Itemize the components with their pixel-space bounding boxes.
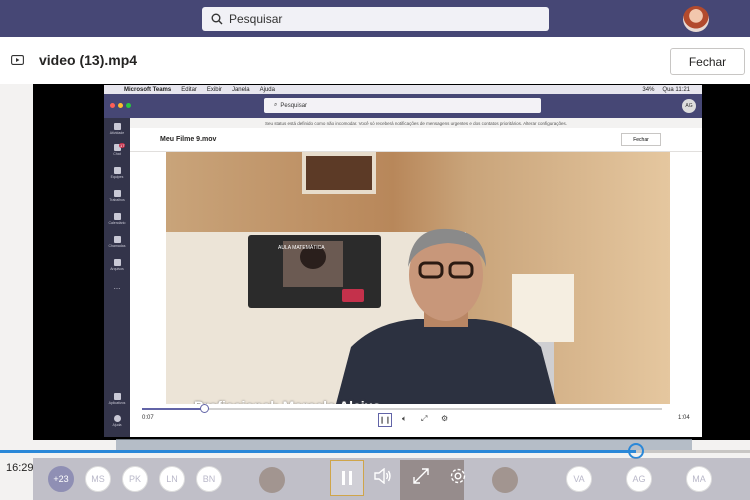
settings-button[interactable] (447, 464, 469, 488)
recorded-screen: Microsoft Teams Editar Exibir Janela Aju… (104, 85, 702, 437)
clock: Qua 11:21 (662, 86, 690, 93)
inner-volume-icon: 🔈︎ (402, 414, 407, 423)
inner-app-rail: Atividade Chat 17 Equipes Trabalhos Cale… (104, 118, 130, 437)
participant-avatar: MA (686, 466, 712, 492)
settings-icon (450, 468, 466, 484)
participant-avatar: BN (196, 466, 222, 492)
participant-overflow: +23 (48, 466, 74, 492)
search-bar[interactable]: Pesquisar (202, 7, 549, 31)
inner-avatar: AG (682, 99, 696, 113)
rail-item-calendario: Calendário (104, 213, 130, 225)
progress-knob[interactable] (628, 443, 644, 459)
video-file-icon (11, 55, 24, 65)
fullscreen-button[interactable] (410, 464, 432, 488)
inner-search: ⌕ Pesquisar (264, 98, 541, 113)
participant-list: +23 MS PK LN BN (48, 466, 222, 492)
close-button[interactable]: Fechar (670, 48, 745, 75)
pause-button[interactable] (330, 460, 364, 496)
video-content: AULA MATEMÁTICA (166, 152, 670, 404)
inner-file-title: Meu Filme 9.mov (160, 136, 217, 143)
participant-avatar: MS (85, 466, 111, 492)
rail-item-aplicativos: Aplicativos (104, 393, 130, 405)
participant-list-right: VA AG MA (566, 466, 712, 492)
participant-avatar: PK (122, 466, 148, 492)
inner-settings-icon: ⚙︎ (441, 414, 449, 423)
rail-item-ajuda: Ajuda (104, 415, 130, 427)
chat-badge: 17 (119, 143, 126, 148)
rail-item-more: ... (113, 282, 121, 291)
inner-pause-icon: ❙❙ (378, 413, 392, 427)
participant-avatar: AG (626, 466, 652, 492)
avatar[interactable] (683, 6, 709, 32)
volume-icon (374, 468, 391, 484)
rail-item-arquivos: Arquivos (104, 259, 130, 271)
menubar-item: Exibir (206, 86, 222, 93)
mac-menubar: Microsoft Teams Editar Exibir Janela Aju… (104, 85, 702, 94)
minimize-dot-icon (118, 103, 123, 108)
fullscreen-icon (413, 468, 429, 484)
menubar-item: Janela (231, 86, 250, 93)
close-dot-icon (110, 103, 115, 108)
inner-elapsed: 0:07 (142, 415, 154, 421)
inner-progress-track (142, 408, 662, 410)
mini-call-label: AULA MATEMÁTICA (278, 245, 325, 251)
inner-duration: 1:04 (678, 415, 690, 421)
menubar-item: Ajuda (259, 86, 275, 93)
rail-item-atividade: Atividade (104, 123, 130, 135)
inner-progress-fill (142, 408, 205, 410)
progress-fill (0, 450, 636, 453)
volume-button[interactable] (372, 464, 394, 488)
participant-avatar: VA (566, 466, 592, 492)
pause-icon (342, 471, 352, 485)
inner-search-placeholder: Pesquisar (280, 102, 308, 109)
menubar-item: Editar (181, 86, 197, 93)
inner-fullscreen-icon: ⤢ (421, 414, 428, 423)
search-icon (211, 13, 223, 25)
menubar-item: Microsoft Teams (124, 86, 172, 93)
participant-photo (259, 467, 285, 493)
window-controls (110, 103, 131, 108)
status-notice: Seu status está definido como não incomo… (130, 118, 702, 128)
current-time: 16:29 (6, 462, 34, 474)
rail-item-trabalhos: Trabalhos (104, 190, 130, 202)
participant-photo (492, 467, 518, 493)
mini-call-hangup-icon (342, 289, 364, 302)
inner-search-icon: ⌕ (274, 102, 278, 108)
rail-item-equipes: Equipes (104, 167, 130, 179)
rail-item-chamadas: Chamadas (104, 236, 130, 248)
participant-avatar: LN (159, 466, 185, 492)
inner-close-button: Fechar (621, 133, 661, 146)
search-placeholder: Pesquisar (229, 12, 283, 26)
maximize-dot-icon (126, 103, 131, 108)
battery-level: 34% (642, 86, 655, 93)
wall-picture (302, 152, 376, 194)
rail-item-chat: Chat 17 (113, 143, 126, 156)
mini-call-window: AULA MATEMÁTICA (248, 235, 381, 308)
file-title: video (13).mp4 (39, 52, 138, 68)
